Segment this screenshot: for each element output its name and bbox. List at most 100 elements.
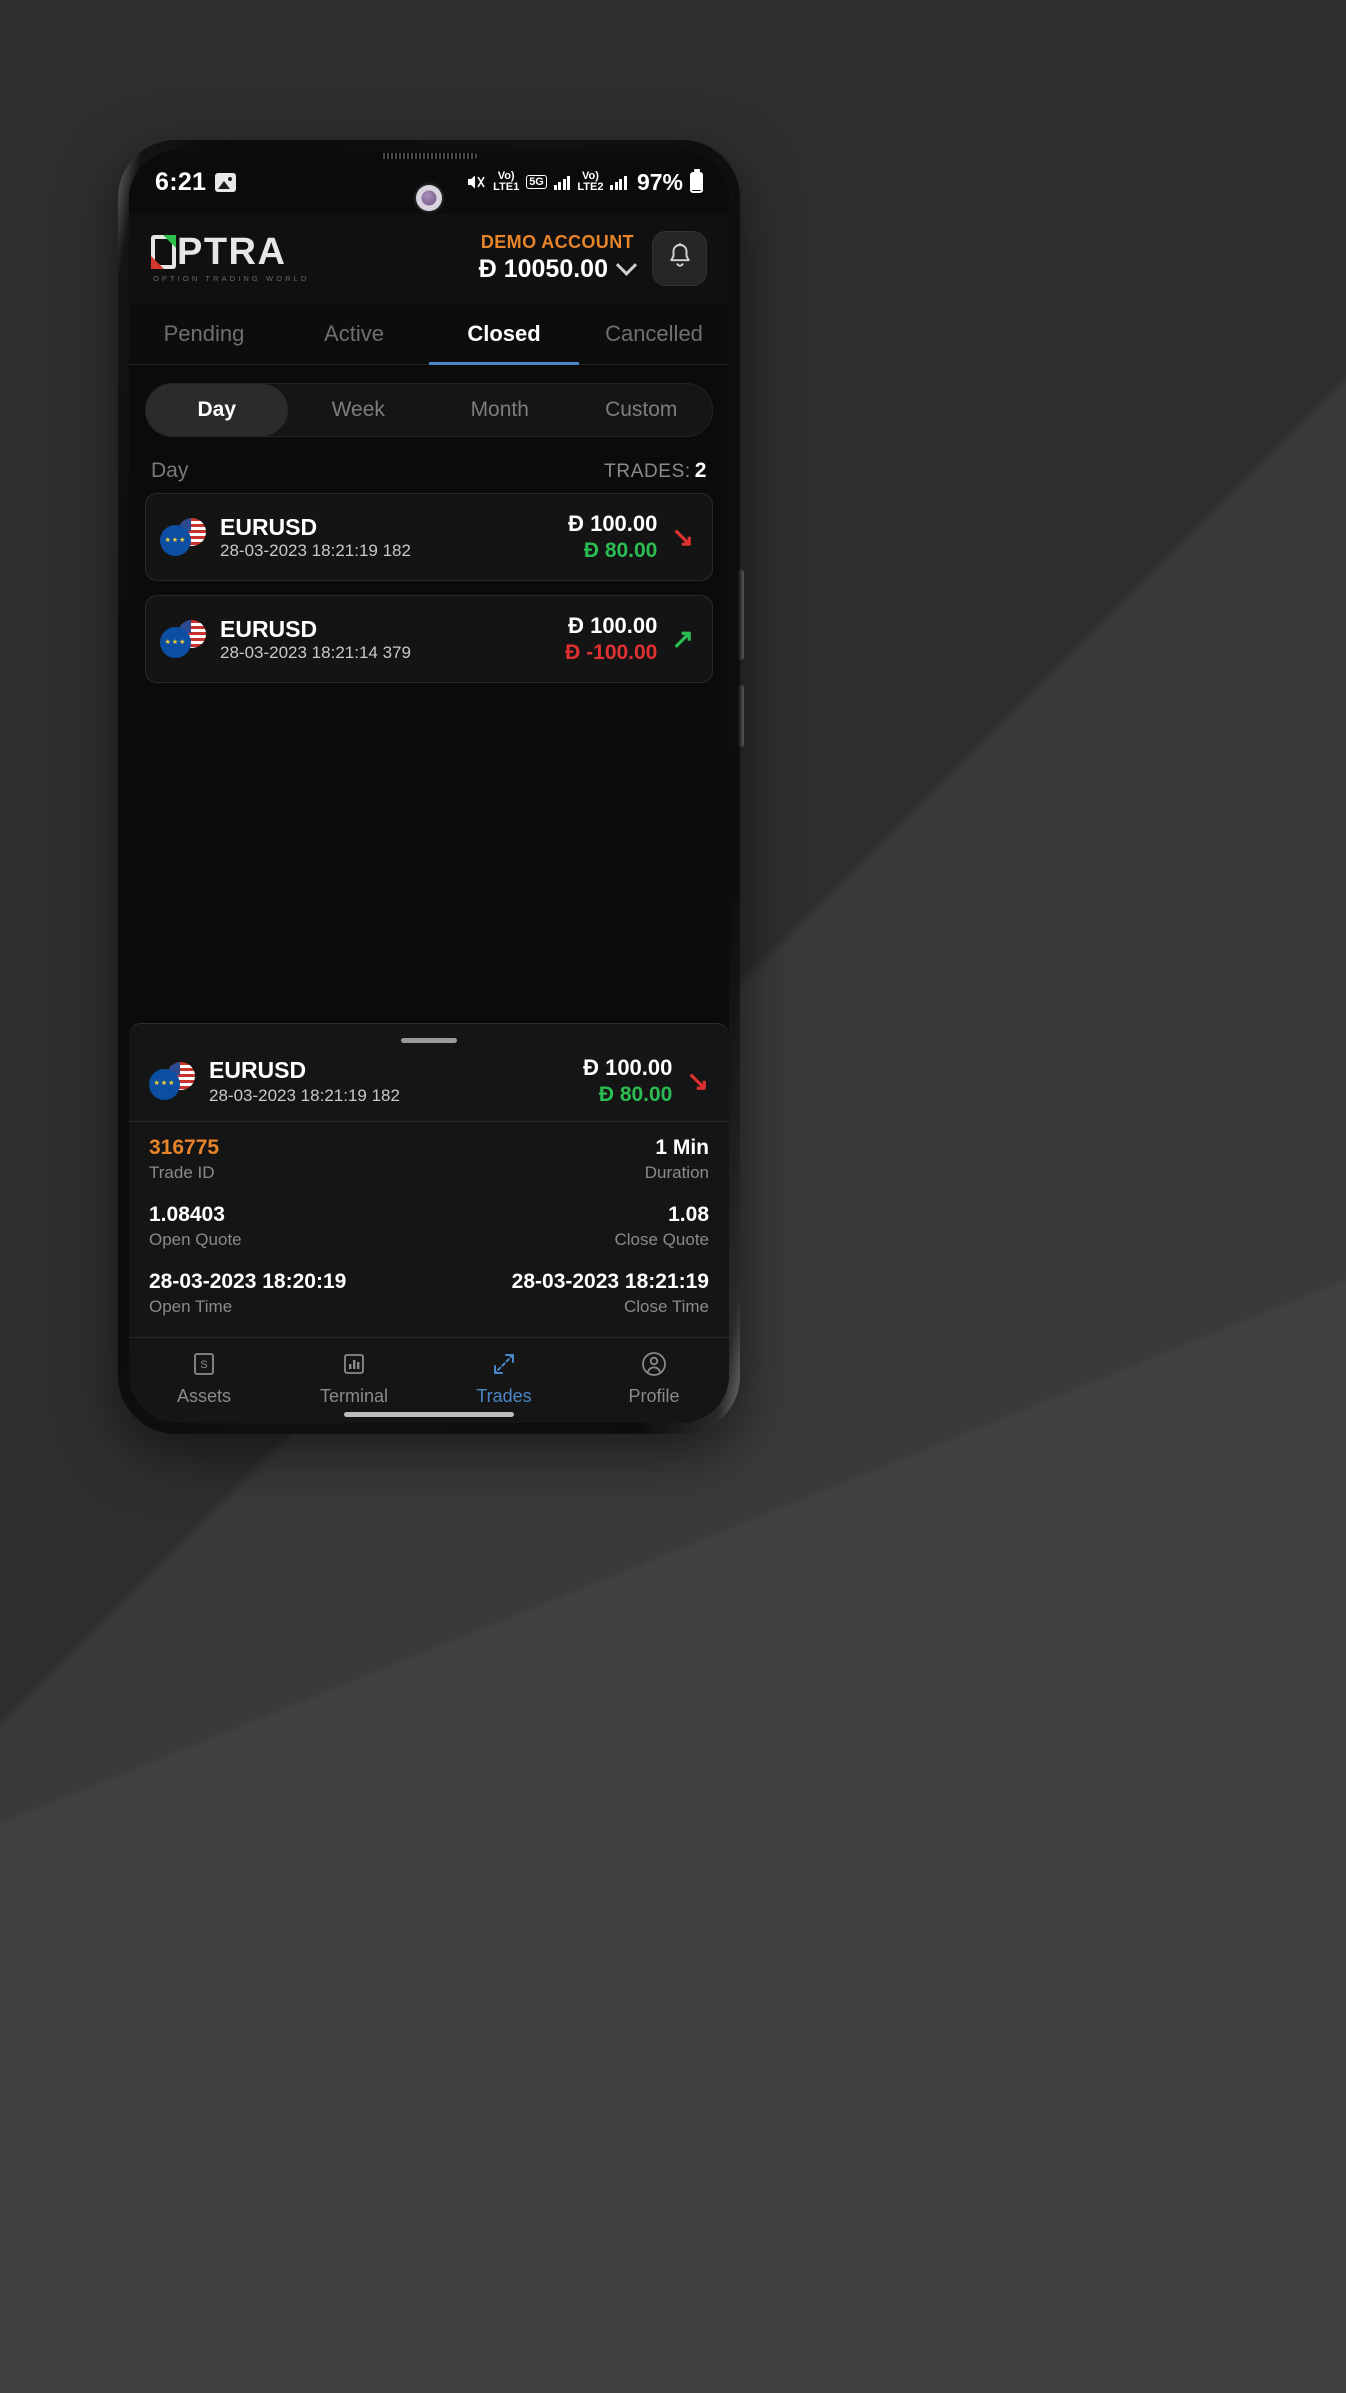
status-time: 6:21 bbox=[155, 167, 207, 196]
nav-terminal[interactable]: Terminal bbox=[279, 1349, 429, 1407]
sheet-amounts: Ð 100.00 Ð 80.00 ↘ bbox=[583, 1055, 709, 1107]
sheet-timestamp: 28-03-2023 18:21:19 182 bbox=[209, 1085, 400, 1105]
trades-count-group: TRADES: 2 bbox=[604, 459, 707, 483]
eurusd-flag-icon bbox=[160, 518, 206, 556]
volume-mute-icon bbox=[466, 173, 486, 191]
trade-profit-loss: Ð 80.00 bbox=[583, 539, 658, 562]
phone-device: 6:21 Vo) LTE1 5G Vo) LTE2 97% PTRA OPTIO… bbox=[118, 140, 744, 1434]
account-area: DEMO ACCOUNT Ð 10050.00 bbox=[478, 230, 707, 286]
logo-tagline: OPTION TRADING WORLD bbox=[153, 274, 310, 283]
power-button[interactable] bbox=[738, 685, 744, 747]
nav-profile-label: Profile bbox=[628, 1385, 680, 1406]
trades-label: TRADES: bbox=[604, 461, 691, 482]
account-type-label: DEMO ACCOUNT bbox=[480, 232, 634, 252]
sheet-drag-handle[interactable] bbox=[401, 1038, 457, 1043]
trades-arrows-icon bbox=[489, 1349, 519, 1379]
detail-open-quote: 1.08403 Open Quote bbox=[149, 1203, 242, 1250]
nav-trades-label: Trades bbox=[476, 1385, 532, 1406]
logo-wordmark: PTRA bbox=[177, 231, 287, 273]
period-segment-control: Day Week Month Custom bbox=[145, 383, 713, 437]
close-quote-value: 1.08 bbox=[668, 1203, 709, 1226]
trade-detail-sheet: EURUSD 28-03-2023 18:21:19 182 Ð 100.00 … bbox=[129, 1023, 729, 1423]
trade-stake: Ð 100.00 bbox=[568, 613, 658, 638]
period-filter: Day Week Month Custom bbox=[129, 365, 729, 445]
trade-id-value: 316775 bbox=[149, 1136, 220, 1159]
eu-flag-icon bbox=[160, 525, 191, 556]
nav-assets-label: Assets bbox=[176, 1385, 232, 1406]
trade-timestamp: 28-03-2023 18:21:14 379 bbox=[220, 643, 411, 663]
trade-identity: EURUSD 28-03-2023 18:21:19 182 bbox=[160, 513, 411, 562]
assets-icon: S bbox=[189, 1349, 219, 1379]
tab-active[interactable]: Active bbox=[279, 303, 429, 364]
sheet-summary-row: EURUSD 28-03-2023 18:21:19 182 Ð 100.00 … bbox=[129, 1055, 729, 1121]
detail-trade-id: 316775 Trade ID bbox=[149, 1136, 219, 1183]
image-icon bbox=[215, 172, 237, 192]
detail-row-3: 28-03-2023 18:20:19 Open Time 28-03-2023… bbox=[149, 1270, 709, 1317]
detail-open-time: 28-03-2023 18:20:19 Open Time bbox=[149, 1270, 346, 1317]
segment-custom[interactable]: Custom bbox=[571, 384, 713, 436]
trade-direction-up-icon: ↗ bbox=[671, 623, 694, 654]
chevron-down-icon[interactable] bbox=[615, 254, 638, 276]
table-row[interactable]: EURUSD 28-03-2023 18:21:19 182 Ð 100.00 … bbox=[145, 493, 713, 581]
volume-button[interactable] bbox=[738, 570, 744, 660]
notifications-button[interactable] bbox=[652, 230, 707, 286]
account-balance-row[interactable]: Ð 10050.00 bbox=[478, 254, 638, 284]
signal-bars-2-icon bbox=[610, 175, 627, 190]
nav-trades[interactable]: Trades bbox=[429, 1349, 579, 1407]
earpiece-speaker bbox=[381, 153, 477, 159]
status-bar-right: Vo) LTE1 5G Vo) LTE2 97% bbox=[466, 169, 703, 196]
trades-count: 2 bbox=[694, 459, 707, 482]
status-bar-left: 6:21 bbox=[155, 167, 237, 197]
tab-pending[interactable]: Pending bbox=[129, 303, 279, 364]
trade-identity: EURUSD 28-03-2023 18:21:14 379 bbox=[160, 615, 411, 664]
segment-day[interactable]: Day bbox=[146, 384, 288, 436]
sheet-stake: Ð 100.00 bbox=[583, 1055, 673, 1080]
phone-screen-bezel: 6:21 Vo) LTE1 5G Vo) LTE2 97% PTRA OPTIO… bbox=[129, 151, 729, 1423]
bell-icon bbox=[667, 242, 693, 275]
account-switcher[interactable]: DEMO ACCOUNT Ð 10050.00 bbox=[478, 232, 638, 284]
sheet-divider bbox=[129, 1121, 729, 1122]
segment-week[interactable]: Week bbox=[288, 384, 430, 436]
battery-percent: 97% bbox=[636, 168, 683, 195]
trade-detail-grid: 316775 Trade ID 1 Min Duration 1.08403 O… bbox=[129, 1136, 729, 1317]
nav-profile[interactable]: Profile bbox=[579, 1349, 729, 1407]
trade-list: EURUSD 28-03-2023 18:21:19 182 Ð 100.00 … bbox=[129, 493, 729, 683]
trade-text: EURUSD 28-03-2023 18:21:19 182 bbox=[220, 513, 411, 562]
close-quote-label: Close Quote bbox=[614, 1230, 710, 1249]
sheet-identity: EURUSD 28-03-2023 18:21:19 182 bbox=[149, 1056, 400, 1106]
trade-list-header: Day TRADES: 2 bbox=[129, 445, 729, 493]
segment-month[interactable]: Month bbox=[429, 384, 571, 436]
close-time-label: Close Time bbox=[623, 1297, 709, 1316]
trade-amounts: Ð 100.00 Ð -100.00 ↗ bbox=[565, 613, 694, 665]
account-balance: Ð 10050.00 bbox=[478, 255, 608, 283]
trade-direction-down-icon: ↘ bbox=[671, 521, 694, 552]
logo-o-mark-icon bbox=[151, 235, 176, 269]
nav-assets[interactable]: S Assets bbox=[129, 1349, 279, 1407]
sheet-text: EURUSD 28-03-2023 18:21:19 182 bbox=[209, 1056, 400, 1106]
table-row[interactable]: EURUSD 28-03-2023 18:21:14 379 Ð 100.00 … bbox=[145, 595, 713, 683]
signal-bars-1-icon bbox=[553, 175, 571, 190]
tab-closed[interactable]: Closed bbox=[429, 303, 579, 365]
svg-text:S: S bbox=[200, 1359, 207, 1371]
sheet-direction-down-icon: ↘ bbox=[686, 1065, 709, 1096]
detail-row-2: 1.08403 Open Quote 1.08 Close Quote bbox=[149, 1203, 709, 1250]
app-header: PTRA OPTION TRADING WORLD DEMO ACCOUNT Ð… bbox=[129, 213, 729, 303]
duration-label: Duration bbox=[644, 1163, 709, 1182]
bottom-navigation: S Assets Terminal Trades Profile bbox=[129, 1337, 729, 1423]
trade-symbol: EURUSD bbox=[220, 615, 318, 642]
app-screen: 6:21 Vo) LTE1 5G Vo) LTE2 97% PTRA OPTIO… bbox=[129, 151, 729, 1423]
detail-row-1: 316775 Trade ID 1 Min Duration bbox=[149, 1136, 709, 1183]
open-quote-value: 1.08403 bbox=[149, 1203, 225, 1226]
sheet-symbol: EURUSD bbox=[209, 1057, 307, 1084]
home-indicator[interactable] bbox=[344, 1412, 514, 1417]
profile-person-icon bbox=[639, 1349, 669, 1379]
logo-text: PTRA bbox=[151, 233, 309, 271]
eu-flag-icon bbox=[149, 1068, 180, 1100]
tab-cancelled[interactable]: Cancelled bbox=[579, 303, 729, 364]
detail-close-time: 28-03-2023 18:21:19 Close Time bbox=[512, 1270, 709, 1317]
trade-text: EURUSD 28-03-2023 18:21:14 379 bbox=[220, 615, 411, 664]
nav-terminal-label: Terminal bbox=[319, 1385, 389, 1406]
sheet-amount-stack: Ð 100.00 Ð 80.00 bbox=[583, 1055, 672, 1107]
open-quote-label: Open Quote bbox=[149, 1230, 242, 1249]
open-time-label: Open Time bbox=[149, 1297, 233, 1316]
